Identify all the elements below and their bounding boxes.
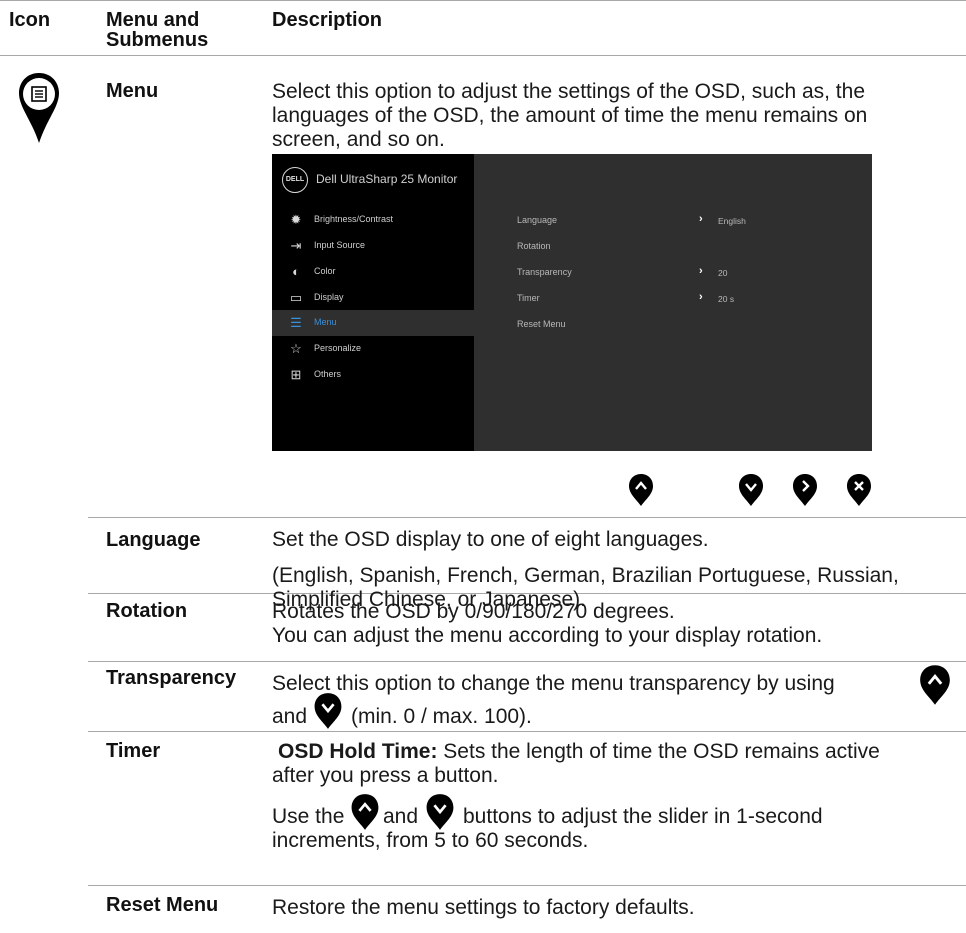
language-line1: Set the OSD display to one of eight lang… xyxy=(272,528,709,551)
menu-pin-icon xyxy=(17,71,61,145)
color-icon: ◐ xyxy=(292,264,300,279)
timer-and: and xyxy=(383,805,419,828)
rotation-line2: You can adjust the menu according to you… xyxy=(272,624,823,647)
osd-screenshot: DELL Dell UltraSharp 25 Monitor ✹ Bright… xyxy=(272,154,872,451)
transparency-label: Transparency xyxy=(106,667,237,689)
osd-item-label: Display xyxy=(314,292,344,302)
up-button-icon xyxy=(918,664,952,706)
menu-description: Select this option to adjust the setting… xyxy=(272,80,867,152)
reset-menu-label: Reset Menu xyxy=(106,894,219,916)
osd-item-label: Color xyxy=(314,266,336,276)
rotation-label: Rotation xyxy=(106,600,188,622)
osd-title: Dell UltraSharp 25 Monitor xyxy=(316,172,458,186)
timer-line2: after you press a button. xyxy=(272,764,499,787)
reset-menu-description: Restore the menu settings to factory def… xyxy=(272,896,695,919)
timer-line1-text: Sets the length of time the OSD remains … xyxy=(437,740,880,763)
header-rule xyxy=(0,55,966,56)
header-menu-submenus: Menu and Submenus xyxy=(106,10,208,50)
timer-buttons-text: buttons to adjust the slider in 1-second xyxy=(463,805,823,828)
language-label: Language xyxy=(106,529,201,551)
up-button-icon xyxy=(628,473,654,507)
language-line2: (English, Spanish, French, German, Brazi… xyxy=(272,564,899,587)
osd-item-others[interactable]: ⊞ Others xyxy=(272,362,474,388)
osd-sub-timer[interactable]: Timer xyxy=(517,293,540,303)
header-menu-line2: Submenus xyxy=(106,29,209,51)
osd-value-timer: 20 s xyxy=(718,294,735,304)
others-icon: ⊞ xyxy=(290,367,302,382)
osd-sub-language[interactable]: Language xyxy=(517,215,557,225)
star-icon: ☆ xyxy=(290,341,302,356)
chevron-right-icon: › xyxy=(699,265,703,277)
down-button-icon xyxy=(738,473,764,507)
transparency-and: and xyxy=(272,705,308,728)
timer-label: Timer xyxy=(106,740,161,762)
transparency-line1: Select this option to change the menu tr… xyxy=(272,672,835,695)
menu-desc-line1: Select this option to adjust the setting… xyxy=(272,80,866,103)
dell-logo: DELL xyxy=(282,167,308,193)
row-rule-menu xyxy=(88,517,966,518)
right-button-icon xyxy=(792,473,818,507)
input-source-icon: ⇥ xyxy=(290,238,302,253)
osd-value-language: English xyxy=(718,216,746,226)
display-icon: ▭ xyxy=(289,290,303,305)
timer-use-the: Use the xyxy=(272,805,345,828)
top-rule xyxy=(0,0,966,1)
osd-item-color[interactable]: ◐ Color xyxy=(272,259,474,285)
down-button-icon xyxy=(425,793,455,831)
timer-description: OSD Hold Time: Sets the length of time t… xyxy=(272,740,962,788)
timer-bold-label: OSD Hold Time: xyxy=(278,740,438,763)
brightness-icon: ✹ xyxy=(290,212,302,227)
osd-sub-rotation[interactable]: Rotation xyxy=(517,241,551,251)
exit-button-icon xyxy=(846,473,872,507)
down-button-icon xyxy=(313,692,343,730)
osd-left-panel: DELL Dell UltraSharp 25 Monitor ✹ Bright… xyxy=(272,154,474,451)
up-button-icon xyxy=(350,793,380,831)
osd-item-label: Brightness/Contrast xyxy=(314,214,394,224)
chevron-right-icon: › xyxy=(699,213,703,225)
menu-label: Menu xyxy=(106,80,159,102)
header-menu-line1: Menu and xyxy=(106,9,200,31)
osd-item-personalize[interactable]: ☆ Personalize xyxy=(272,336,474,362)
osd-item-label: Menu xyxy=(314,317,337,327)
osd-item-display[interactable]: ▭ Display xyxy=(272,285,474,311)
osd-item-label: Others xyxy=(314,369,342,379)
header-description: Description xyxy=(272,9,383,31)
timer-line1: OSD Hold Time: Sets the length of time t… xyxy=(272,740,962,764)
row-rule-rotation xyxy=(88,661,966,662)
osd-sub-transparency[interactable]: Transparency xyxy=(517,267,572,277)
header-icon: Icon xyxy=(9,9,51,31)
menu-desc-line2: languages of the OSD, the amount of time… xyxy=(272,104,868,127)
timer-line4: increments, from 5 to 60 seconds. xyxy=(272,829,589,852)
osd-sub-reset-menu[interactable]: Reset Menu xyxy=(517,319,566,329)
transparency-range: (min. 0 / max. 100). xyxy=(351,705,532,728)
osd-value-transparency: 20 xyxy=(718,268,728,278)
menu-icon: ☰ xyxy=(290,315,302,330)
osd-item-input-source[interactable]: ⇥ Input Source xyxy=(272,233,474,259)
osd-item-brightness[interactable]: ✹ Brightness/Contrast xyxy=(272,207,474,233)
chevron-right-icon: › xyxy=(699,291,703,303)
rotation-description: Rotates the OSD by 0/90/180/270 degrees.… xyxy=(272,600,822,648)
rotation-line1: Rotates the OSD by 0/90/180/270 degrees. xyxy=(272,600,675,623)
row-rule-transparency xyxy=(88,731,966,732)
osd-item-label: Input Source xyxy=(314,240,366,250)
osd-item-menu[interactable]: ☰ Menu xyxy=(272,310,474,336)
row-rule-timer xyxy=(88,885,966,886)
menu-desc-line3: screen, and so on. xyxy=(272,128,445,151)
osd-item-label: Personalize xyxy=(314,343,362,353)
